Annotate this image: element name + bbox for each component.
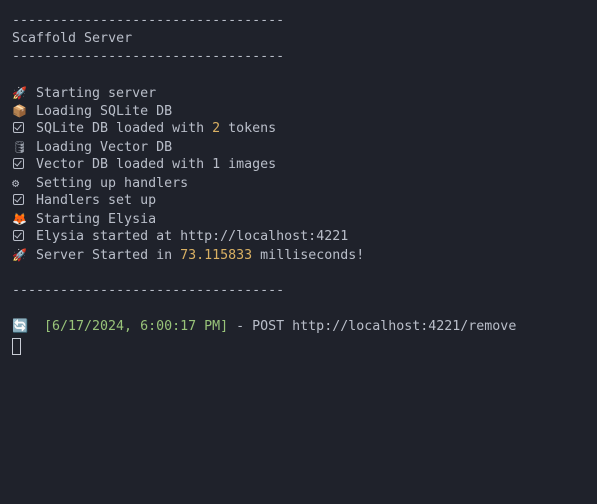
log-line-starting-elysia: 🦊 Starting Elysia bbox=[12, 210, 591, 228]
footer-rule: ---------------------------------- bbox=[12, 283, 285, 298]
log-text: Elysia started at http://localhost:4221 bbox=[36, 229, 349, 244]
log-text: Vector DB loaded with 1 images bbox=[36, 157, 277, 172]
package-icon: 📦 bbox=[12, 104, 27, 118]
checkbox-icon bbox=[13, 194, 24, 205]
log-line-loading-sqlite: 📦 Loading SQLite DB bbox=[12, 102, 591, 120]
log-text: Server Started in bbox=[36, 248, 181, 263]
rocket-icon: 🚀 bbox=[12, 248, 27, 262]
log-text: Setting up handlers bbox=[36, 176, 189, 191]
checkbox-icon bbox=[13, 122, 24, 133]
log-line-vector-loaded: Vector DB loaded with 1 images bbox=[12, 156, 591, 174]
log-text: Loading Vector DB bbox=[36, 140, 173, 155]
log-text: tokens bbox=[220, 121, 277, 136]
log-line-loading-vector: 🛢 Loading Vector DB bbox=[12, 138, 591, 156]
log-text: Loading SQLite DB bbox=[36, 104, 173, 119]
log-text: SQLite DB loaded with bbox=[36, 121, 213, 136]
request-details: - POST http://localhost:4221/remove bbox=[228, 319, 517, 334]
rocket-icon: 🚀 bbox=[12, 86, 27, 100]
log-line-sqlite-loaded: SQLite DB loaded with 2 tokens bbox=[12, 120, 591, 138]
log-text: Starting server bbox=[36, 86, 157, 101]
terminal-window[interactable]: ---------------------------------- Scaff… bbox=[0, 0, 597, 504]
fox-icon: 🦊 bbox=[12, 212, 27, 226]
checkbox-icon bbox=[13, 230, 24, 241]
header-title: Scaffold Server bbox=[12, 31, 133, 46]
database-icon: 🛢 bbox=[12, 140, 28, 154]
log-line-starting-server: 🚀 Starting server bbox=[12, 84, 591, 102]
log-line-elysia-started: Elysia started at http://localhost:4221 bbox=[12, 228, 591, 246]
prompt-line[interactable] bbox=[12, 336, 591, 355]
gear-icon: ⚙ bbox=[12, 176, 20, 190]
request-timestamp: [6/17/2024, 6:00:17 PM] bbox=[44, 319, 229, 334]
startup-time: 73.115833 bbox=[180, 248, 253, 263]
log-line-setting-handlers: ⚙ Setting up handlers bbox=[12, 174, 591, 192]
header-rule-top: ---------------------------------- bbox=[12, 13, 285, 28]
header-rule-bottom: ---------------------------------- bbox=[12, 49, 285, 64]
terminal-cursor[interactable] bbox=[12, 338, 21, 355]
checkbox-icon bbox=[13, 158, 24, 169]
log-text: Starting Elysia bbox=[36, 212, 157, 227]
request-log-line: 🔄 [6/17/2024, 6:00:17 PM] - POST http://l… bbox=[12, 318, 591, 336]
log-text: milliseconds! bbox=[252, 248, 365, 263]
log-line-handlers-set: Handlers set up bbox=[12, 192, 591, 210]
refresh-icon: 🔄 bbox=[12, 319, 29, 334]
terminal-output: ---------------------------------- Scaff… bbox=[12, 12, 591, 355]
token-count: 2 bbox=[212, 121, 221, 136]
log-line-server-started: 🚀 Server Started in 73.115833 millisecond… bbox=[12, 246, 591, 264]
log-text: Handlers set up bbox=[36, 193, 157, 208]
